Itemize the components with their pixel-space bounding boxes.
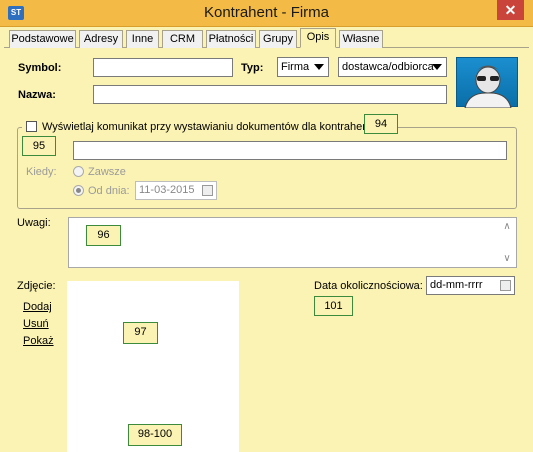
- window-title: Kontrahent - Firma: [203, 4, 330, 21]
- notification-checkbox[interactable]: [26, 121, 37, 132]
- scroll-down-icon[interactable]: ∨: [502, 253, 512, 264]
- notification-checkbox-label: Wyświetlaj komunikat przy wystawianiu do…: [42, 121, 378, 133]
- tab-inne[interactable]: Inne: [126, 30, 159, 48]
- photo-remove-link[interactable]: Usuń: [23, 318, 49, 330]
- scroll-up-icon[interactable]: ∧: [502, 221, 512, 232]
- date-from-value: 11-03-2015: [139, 184, 195, 196]
- nazwa-label: Nazwa:: [18, 89, 56, 101]
- contractor-avatar[interactable]: [456, 57, 518, 109]
- tab-podstawowe[interactable]: Podstawowe: [9, 30, 76, 48]
- chevron-down-icon: [432, 64, 442, 70]
- callout-101: 101: [314, 296, 353, 316]
- tab-opis[interactable]: Opis: [300, 28, 336, 48]
- typ-select-value: Firma: [281, 61, 310, 73]
- notification-message-input[interactable]: [73, 141, 507, 160]
- close-button[interactable]: ✕: [497, 0, 524, 20]
- calendar-icon[interactable]: [500, 280, 511, 291]
- nazwa-input[interactable]: [93, 85, 447, 104]
- symbol-label: Symbol:: [18, 62, 62, 74]
- uwagi-label: Uwagi:: [17, 217, 51, 229]
- tab-crm[interactable]: CRM: [162, 30, 203, 48]
- tab-wlasne[interactable]: Własne: [339, 30, 383, 48]
- symbol-input[interactable]: [93, 58, 233, 77]
- callout-95: 95: [22, 136, 56, 156]
- photo-label: Zdjęcie:: [17, 280, 56, 292]
- occasion-date-label: Data okolicznościowa:: [314, 280, 423, 292]
- role-select[interactable]: dostawca/odbiorca: [338, 57, 447, 77]
- radio-od-dnia[interactable]: [73, 185, 84, 196]
- person-icon: [464, 65, 512, 109]
- radio-od-dnia-label: Od dnia:: [88, 185, 130, 197]
- chevron-down-icon: [314, 64, 324, 70]
- radio-zawsze[interactable]: [73, 166, 84, 177]
- radio-zawsze-label: Zawsze: [88, 166, 126, 178]
- tab-adresy[interactable]: Adresy: [79, 30, 123, 48]
- callout-94: 94: [364, 114, 398, 134]
- callout-97: 97: [123, 322, 158, 344]
- uwagi-textarea[interactable]: ∧ ∨: [68, 217, 517, 268]
- typ-label: Typ:: [241, 62, 264, 74]
- calendar-icon[interactable]: [202, 185, 213, 196]
- tab-grupy[interactable]: Grupy: [259, 30, 297, 48]
- typ-select[interactable]: Firma: [277, 57, 329, 77]
- callout-98-100: 98-100: [128, 424, 182, 446]
- kiedy-label: Kiedy:: [26, 166, 57, 178]
- role-select-value: dostawca/odbiorca: [342, 61, 434, 73]
- photo-show-link[interactable]: Pokaż: [23, 335, 54, 347]
- photo-add-link[interactable]: Dodaj: [23, 301, 52, 313]
- callout-96: 96: [86, 225, 121, 246]
- occasion-date-value: dd-mm-rrrr: [430, 279, 483, 291]
- tab-platnosci[interactable]: Płatności: [206, 30, 256, 48]
